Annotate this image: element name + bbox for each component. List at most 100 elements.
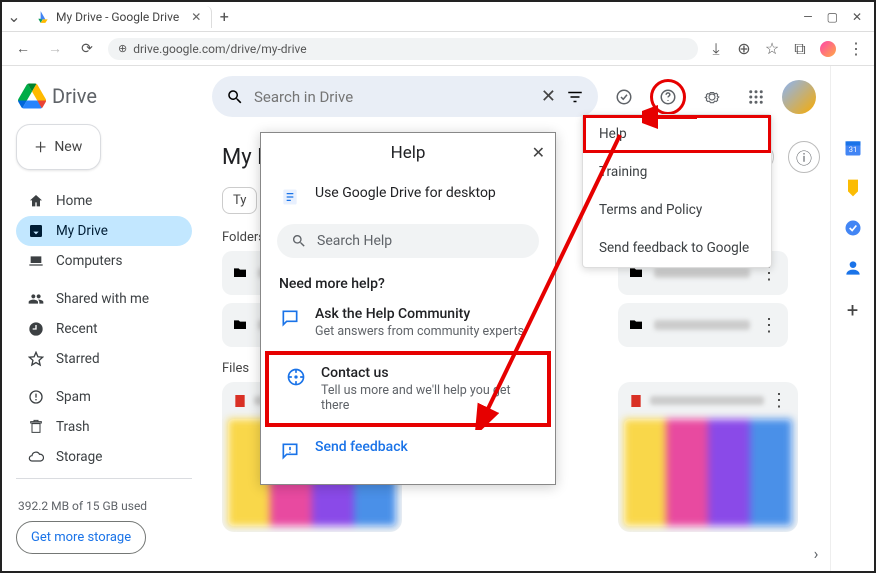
sidebar-item-label: Trash [56, 419, 90, 435]
drive-icon [28, 223, 44, 239]
feedback-icon [279, 440, 301, 462]
browser-menu-icon[interactable]: ⋮ [848, 41, 864, 57]
logo-text: Drive [52, 84, 97, 108]
clear-search-icon[interactable]: ✕ [541, 86, 556, 107]
file-overflow-icon[interactable]: ⋮ [770, 390, 788, 411]
help-menu-item-terms[interactable]: Terms and Policy [583, 191, 771, 229]
extensions-icon[interactable]: ⧉ [792, 41, 808, 57]
reload-button[interactable]: ⟳ [76, 38, 98, 60]
scroll-right-icon[interactable]: › [804, 541, 828, 565]
forward-button[interactable]: → [44, 38, 66, 60]
help-search-box[interactable]: Search Help [277, 224, 539, 258]
support-icon[interactable] [650, 79, 686, 115]
need-more-help-label: Need more help? [261, 266, 555, 294]
sidebar-item-my-drive[interactable]: My Drive [16, 216, 192, 246]
address-bar[interactable]: ⊕ drive.google.com/drive/my-drive [108, 38, 698, 60]
sidebar-item-trash[interactable]: Trash [16, 412, 192, 442]
help-menu-item-feedback[interactable]: Send feedback to Google [583, 229, 771, 267]
sidebar-item-starred[interactable]: Starred [16, 344, 192, 374]
site-info-icon[interactable]: ⊕ [118, 42, 127, 55]
sidebar-item-label: Shared with me [56, 291, 149, 307]
zoom-icon[interactable]: ⊕ [736, 41, 752, 57]
tab-close-icon[interactable]: ✕ [191, 10, 201, 24]
sidebar-item-spam[interactable]: Spam [16, 382, 192, 412]
search-input[interactable] [254, 88, 531, 106]
new-button[interactable]: + New [16, 124, 101, 170]
help-community-row[interactable]: Ask the Help Community Get answers from … [261, 294, 555, 351]
help-dropdown-menu: Help Training Terms and Policy Send feed… [582, 114, 772, 268]
folder-icon [628, 317, 644, 333]
cloud-icon [28, 449, 44, 465]
new-button-label: New [54, 139, 82, 155]
clock-icon [28, 321, 44, 337]
help-menu-item-help[interactable]: Help [583, 115, 771, 153]
window-minimize-icon[interactable]: — [803, 10, 812, 24]
add-panel-icon[interactable]: + [847, 298, 858, 322]
tasks-icon[interactable] [843, 218, 863, 238]
help-row-title: Contact us [321, 365, 531, 381]
help-row-sub: Tell us more and we'll help you get ther… [321, 383, 531, 413]
sidebar-item-label: Starred [56, 351, 100, 367]
apps-grid-icon[interactable] [738, 79, 774, 115]
help-row-sub: Get answers from community experts [315, 324, 524, 339]
filter-icon[interactable] [566, 88, 584, 106]
drive-logo[interactable]: Drive [16, 78, 192, 124]
tab-title: My Drive - Google Drive [56, 10, 179, 24]
search-icon [291, 233, 307, 249]
help-search-placeholder: Search Help [317, 233, 392, 249]
sidebar-item-label: My Drive [56, 223, 108, 239]
bookmark-icon[interactable]: ☆ [764, 41, 780, 57]
sidebar-item-storage[interactable]: Storage [16, 442, 192, 472]
help-desktop-row[interactable]: Use Google Drive for desktop [261, 173, 555, 220]
star-icon [28, 351, 44, 367]
file-card[interactable]: ⋮ [618, 382, 798, 532]
new-tab-button[interactable]: + [212, 5, 236, 29]
browser-tab[interactable]: My Drive - Google Drive ✕ [26, 6, 212, 28]
help-send-feedback-row[interactable]: Send feedback [261, 427, 555, 474]
browser-profile-avatar[interactable] [820, 41, 836, 57]
sidebar-item-label: Spam [56, 389, 91, 405]
help-menu-item-training[interactable]: Training [583, 153, 771, 191]
folder-overflow-icon[interactable]: ⋮ [760, 315, 778, 336]
folder-card[interactable]: ⋮ [618, 303, 788, 347]
contacts-icon[interactable] [843, 258, 863, 278]
computer-icon [28, 253, 44, 269]
storage-button-label: Get more storage [31, 530, 131, 545]
svg-text:31: 31 [848, 145, 856, 154]
drive-logo-icon [18, 82, 46, 110]
search-box[interactable]: ✕ [212, 76, 598, 117]
folder-name [654, 268, 750, 278]
image-file-icon [628, 393, 644, 409]
window-close-icon[interactable]: ✕ [852, 10, 862, 24]
get-more-storage-button[interactable]: Get more storage [16, 521, 146, 554]
type-filter-chip[interactable]: Ty [222, 187, 257, 214]
sidebar-item-recent[interactable]: Recent [16, 314, 192, 344]
side-panel: 31 + [830, 66, 874, 571]
account-avatar[interactable] [782, 80, 816, 114]
details-icon[interactable]: ⓘ [788, 141, 820, 173]
search-icon [226, 88, 244, 106]
tab-dropdown-icon[interactable]: ⌄ [2, 7, 26, 26]
browser-toolbar: ← → ⟳ ⊕ drive.google.com/drive/my-drive … [2, 32, 874, 66]
help-panel-close-icon[interactable]: ✕ [532, 143, 545, 162]
chip-label: Ty [233, 193, 246, 208]
install-app-icon[interactable]: ⤓ [708, 41, 724, 57]
ready-offline-icon[interactable] [606, 79, 642, 115]
window-maximize-icon[interactable]: ▢ [827, 10, 838, 24]
sidebar-item-shared[interactable]: Shared with me [16, 284, 192, 314]
calendar-icon[interactable]: 31 [843, 138, 863, 158]
sidebar: Drive + New Home My Drive Computers Shar… [2, 66, 202, 571]
help-contact-row[interactable]: Contact us Tell us more and we'll help y… [267, 353, 549, 425]
back-button[interactable]: ← [12, 38, 34, 60]
keep-icon[interactable] [843, 178, 863, 198]
sidebar-item-label: Computers [56, 253, 122, 269]
settings-icon[interactable] [694, 79, 730, 115]
community-icon [279, 307, 301, 329]
spam-icon [28, 389, 44, 405]
sidebar-item-home[interactable]: Home [16, 186, 192, 216]
plus-icon: + [35, 135, 46, 159]
help-row-title: Send feedback [315, 439, 408, 455]
sidebar-item-label: Home [56, 193, 92, 209]
sidebar-item-computers[interactable]: Computers [16, 246, 192, 276]
folder-icon [232, 317, 248, 333]
